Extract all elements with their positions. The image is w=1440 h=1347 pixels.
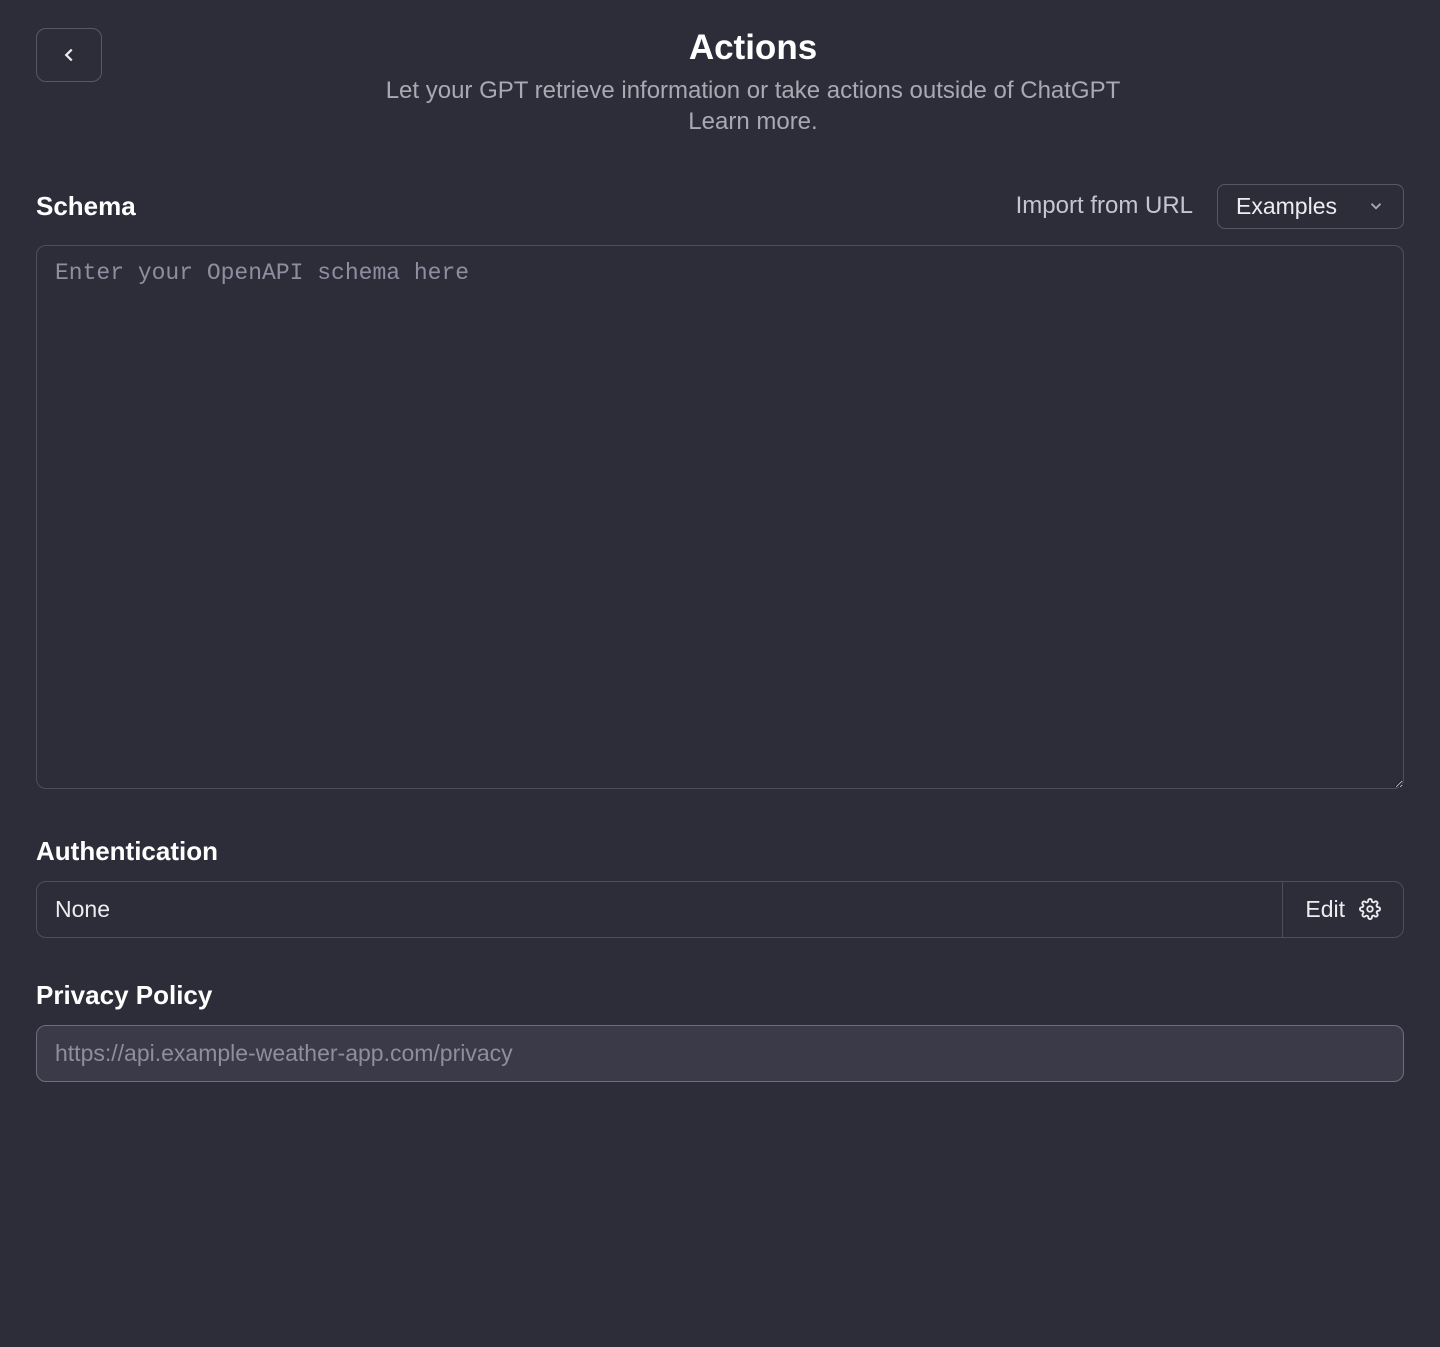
page-subtitle: Let your GPT retrieve information or tak… (102, 74, 1404, 108)
back-button[interactable] (36, 28, 102, 82)
schema-textarea[interactable] (36, 245, 1404, 789)
learn-more-link[interactable]: Learn more. (102, 108, 1404, 136)
schema-label: Schema (36, 191, 136, 222)
authentication-label: Authentication (36, 836, 1404, 867)
chevron-down-icon (1367, 197, 1385, 215)
examples-dropdown-label: Examples (1236, 193, 1337, 220)
page-title: Actions (102, 28, 1404, 68)
authentication-edit-button[interactable]: Edit (1282, 882, 1403, 937)
import-from-url-link[interactable]: Import from URL (1016, 192, 1193, 220)
privacy-policy-section: Privacy Policy (36, 980, 1404, 1082)
privacy-policy-input[interactable] (36, 1025, 1404, 1082)
examples-dropdown[interactable]: Examples (1217, 184, 1404, 229)
chevron-left-icon (58, 44, 80, 66)
header-center: Actions Let your GPT retrieve informatio… (102, 28, 1404, 136)
privacy-policy-label: Privacy Policy (36, 980, 1404, 1011)
schema-section: Schema Import from URL Examples (36, 184, 1404, 794)
authentication-edit-label: Edit (1305, 896, 1345, 923)
gear-icon (1359, 898, 1381, 920)
authentication-value: None (37, 882, 1282, 937)
authentication-section: Authentication None Edit (36, 836, 1404, 938)
